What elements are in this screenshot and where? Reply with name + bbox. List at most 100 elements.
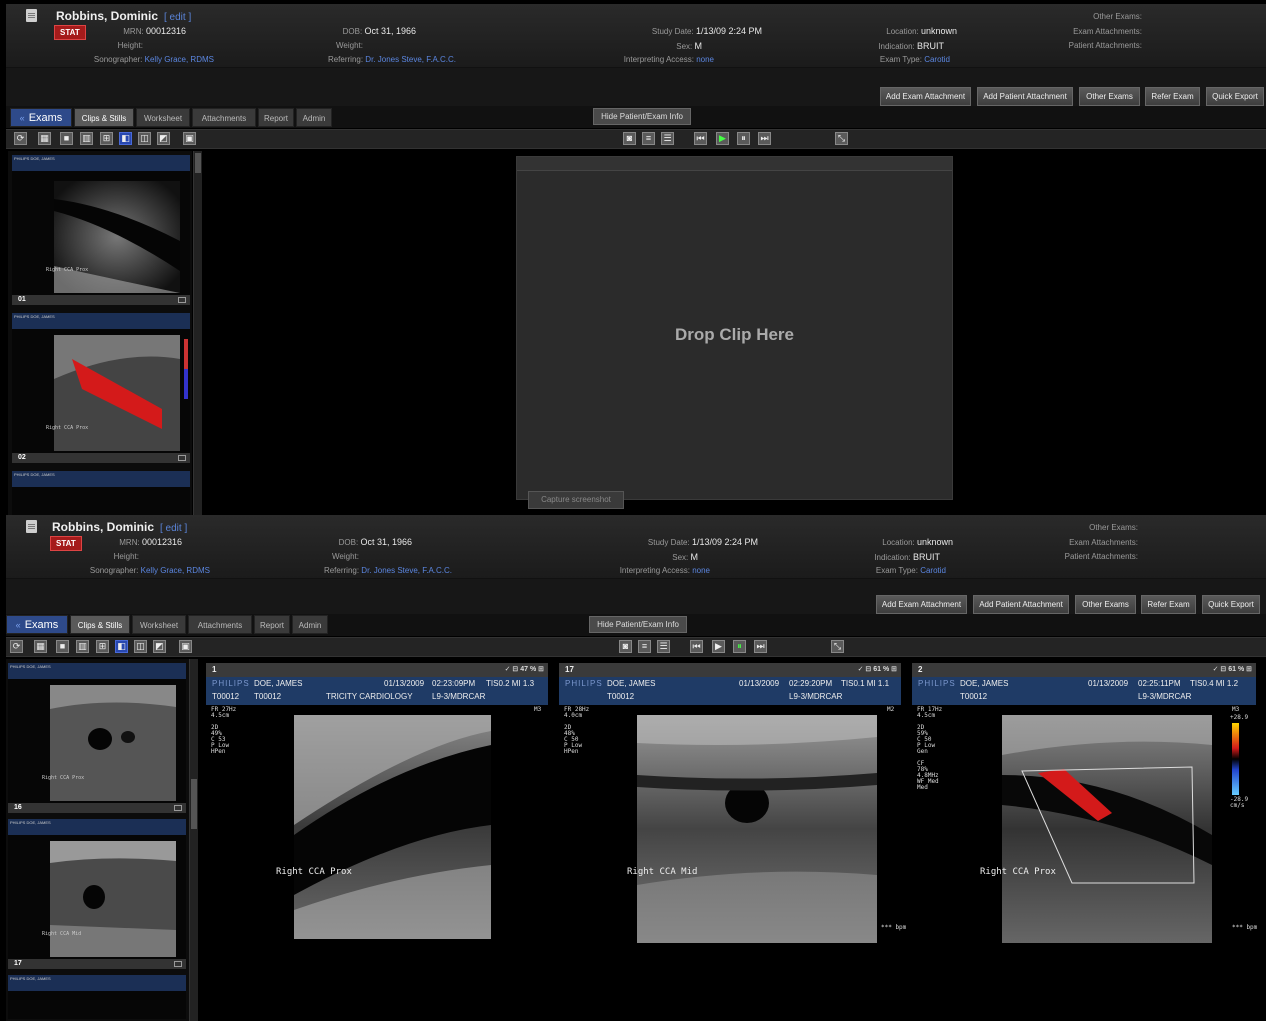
layout-split-icon[interactable]: ◫ bbox=[134, 640, 147, 653]
list-icon[interactable]: ≡ bbox=[642, 132, 655, 145]
drop-zone-header bbox=[517, 157, 952, 171]
patient-header: Robbins, Dominic[ edit ] STAT MRN: 00012… bbox=[6, 515, 1266, 579]
zoom-controls[interactable]: ✓ ⊟ 47 % ⊞ bbox=[505, 663, 544, 677]
layout-single-icon[interactable]: ■ bbox=[56, 640, 69, 653]
clip-thumbnail[interactable]: PHILIPS DOE, JAMES Right CCA Prox 01 bbox=[12, 155, 190, 305]
skip-forward-icon[interactable]: ⏭ bbox=[758, 132, 771, 145]
other-exams-button[interactable]: Other Exams bbox=[1075, 595, 1136, 614]
hide-patient-info-button[interactable]: Hide Patient/Exam Info bbox=[589, 616, 687, 633]
add-patient-attachment-button[interactable]: Add Patient Attachment bbox=[973, 595, 1069, 614]
layout-four-icon[interactable]: ⊞ bbox=[96, 640, 109, 653]
patient-name: Robbins, Dominic[ edit ] bbox=[56, 9, 192, 23]
anatomy-label: Right CCA Prox bbox=[276, 867, 352, 877]
tab-exams[interactable]: «Exams bbox=[6, 615, 68, 634]
drop-zone[interactable]: Drop Clip Here bbox=[516, 156, 953, 500]
tab-attachments[interactable]: Attachments bbox=[188, 615, 252, 634]
viewer-info-bar: PHILIPS DOE, JAMES 01/13/2009 02:25:11PM… bbox=[912, 677, 1256, 705]
indication-field: Indication: BRUIT bbox=[874, 552, 940, 562]
chevron-left-icon: « bbox=[15, 620, 21, 630]
edit-link[interactable]: [ edit ] bbox=[164, 12, 191, 23]
tab-worksheet[interactable]: Worksheet bbox=[132, 615, 186, 634]
add-exam-attachment-button[interactable]: Add Exam Attachment bbox=[876, 595, 967, 614]
image-viewer-3[interactable]: 2 ✓ ⊟ 61 % ⊞ PHILIPS DOE, JAMES 01/13/200… bbox=[912, 663, 1257, 1021]
document-icon bbox=[26, 520, 37, 533]
play-icon[interactable]: ▶ bbox=[712, 640, 725, 653]
tab-report[interactable]: Report bbox=[254, 615, 290, 634]
refer-exam-button[interactable]: Refer Exam bbox=[1141, 595, 1196, 614]
pause-icon[interactable]: ⏸ bbox=[737, 132, 750, 145]
clip-thumbnail[interactable]: PHILIPS DOE, JAMES Right CCA Mid 17 bbox=[8, 819, 186, 969]
clip-thumbnail[interactable]: PHILIPS DOE, JAMES bbox=[8, 975, 186, 1019]
other-exams-button[interactable]: Other Exams bbox=[1079, 87, 1140, 106]
skip-back-icon[interactable]: ⏮ bbox=[694, 132, 707, 145]
thumb-label: Right CCA Prox bbox=[46, 267, 89, 273]
film-icon[interactable]: ▣ bbox=[179, 640, 192, 653]
refer-exam-button[interactable]: Refer Exam bbox=[1145, 87, 1200, 106]
layout-grid-icon[interactable]: ▦ bbox=[38, 132, 51, 145]
edit-link[interactable]: [ edit ] bbox=[160, 523, 187, 534]
layout-three-icon[interactable]: ◧ bbox=[119, 132, 132, 145]
tab-exams[interactable]: «Exams bbox=[10, 108, 72, 127]
zoom-controls[interactable]: ✓ ⊟ 61 % ⊞ bbox=[858, 663, 897, 677]
document-icon bbox=[26, 9, 37, 22]
layout-split-icon[interactable]: ◫ bbox=[138, 132, 151, 145]
clip-thumbnail[interactable]: PHILIPS DOE, JAMES Right CCA Prox 16 bbox=[8, 663, 186, 813]
capture-screenshot-button[interactable]: Capture screenshot bbox=[528, 491, 624, 509]
settings-list-icon[interactable]: ☰ bbox=[657, 640, 670, 653]
add-patient-attachment-button[interactable]: Add Patient Attachment bbox=[977, 87, 1073, 106]
viewer-probe: L9-3/MDRCAR bbox=[1138, 692, 1192, 701]
layout-two-col-icon[interactable]: ▥ bbox=[76, 640, 89, 653]
thumb-footer: 01 bbox=[12, 295, 190, 305]
weight-field: Weight: bbox=[332, 552, 359, 561]
ultrasound-image bbox=[12, 329, 190, 453]
annotate-icon[interactable]: ◩ bbox=[153, 640, 166, 653]
film-icon[interactable]: ▣ bbox=[183, 132, 196, 145]
sidebar-scrollbar[interactable] bbox=[189, 659, 198, 1021]
tab-attachments[interactable]: Attachments bbox=[192, 108, 256, 127]
viewer-patient: DOE, JAMES bbox=[254, 679, 303, 688]
sex-field: Sex: M bbox=[676, 41, 702, 51]
annotate-icon[interactable]: ◩ bbox=[157, 132, 170, 145]
thumb-patient: DOE, JAMES bbox=[30, 156, 55, 161]
layout-grid-icon[interactable]: ▦ bbox=[34, 640, 47, 653]
refresh-icon[interactable]: ⟳ bbox=[10, 640, 23, 653]
layout-two-col-icon[interactable]: ▥ bbox=[80, 132, 93, 145]
skip-back-icon[interactable]: ⏮ bbox=[690, 640, 703, 653]
tab-admin[interactable]: Admin bbox=[292, 615, 328, 634]
play-icon[interactable]: ▶ bbox=[716, 132, 729, 145]
fullscreen-icon[interactable]: ⤡ bbox=[835, 132, 848, 145]
skip-forward-icon[interactable]: ⏭ bbox=[754, 640, 767, 653]
tab-report[interactable]: Report bbox=[258, 108, 294, 127]
tab-admin[interactable]: Admin bbox=[296, 108, 332, 127]
camera-icon[interactable]: ◙ bbox=[623, 132, 636, 145]
fullscreen-icon[interactable]: ⤡ bbox=[831, 640, 844, 653]
tab-clips-stills[interactable]: Clips & Stills bbox=[74, 108, 134, 127]
layout-three-icon[interactable]: ◧ bbox=[115, 640, 128, 653]
chevron-left-icon: « bbox=[19, 113, 25, 123]
clip-thumbnail[interactable]: PHILIPS DOE, JAMES bbox=[12, 471, 190, 515]
zoom-controls[interactable]: ✓ ⊟ 61 % ⊞ bbox=[1213, 663, 1252, 677]
tab-worksheet[interactable]: Worksheet bbox=[136, 108, 190, 127]
image-viewer-2[interactable]: 17 ✓ ⊟ 61 % ⊞ PHILIPS DOE, JAMES 01/13/20… bbox=[559, 663, 906, 1021]
settings-list-icon[interactable]: ☰ bbox=[661, 132, 674, 145]
quick-export-button[interactable]: Quick Export bbox=[1202, 595, 1260, 614]
hide-patient-info-button[interactable]: Hide Patient/Exam Info bbox=[593, 108, 691, 125]
sidebar-scrollbar[interactable] bbox=[193, 151, 202, 515]
scan-parameters: FR 27Hz 4.5cm 2D 49% C 53 P Low HPen bbox=[211, 706, 237, 755]
list-icon[interactable]: ≡ bbox=[638, 640, 651, 653]
add-exam-attachment-button[interactable]: Add Exam Attachment bbox=[880, 87, 971, 106]
quick-export-button[interactable]: Quick Export bbox=[1206, 87, 1264, 106]
clip-thumbnail[interactable]: PHILIPS DOE, JAMES Right CCA Prox 02 bbox=[12, 313, 190, 463]
film-icon bbox=[178, 297, 186, 303]
image-viewer-1[interactable]: 1 ✓ ⊟ 47 % ⊞ PHILIPS DOE, JAMES 01/13/200… bbox=[206, 663, 548, 1021]
camera-icon[interactable]: ◙ bbox=[619, 640, 632, 653]
referring-field: Referring: Dr. Jones Steve, F.A.C.C. bbox=[323, 566, 452, 575]
viewer-number: 2 bbox=[918, 665, 923, 674]
refresh-icon[interactable]: ⟳ bbox=[14, 132, 27, 145]
layout-single-icon[interactable]: ■ bbox=[60, 132, 73, 145]
layout-four-icon[interactable]: ⊞ bbox=[100, 132, 113, 145]
tab-clips-stills[interactable]: Clips & Stills bbox=[70, 615, 130, 634]
pause-icon[interactable]: ⏸ bbox=[733, 640, 746, 653]
thumb-footer: 17 bbox=[8, 959, 186, 969]
patient-header: Robbins, Dominic[ edit ] STAT MRN: 00012… bbox=[6, 4, 1266, 68]
